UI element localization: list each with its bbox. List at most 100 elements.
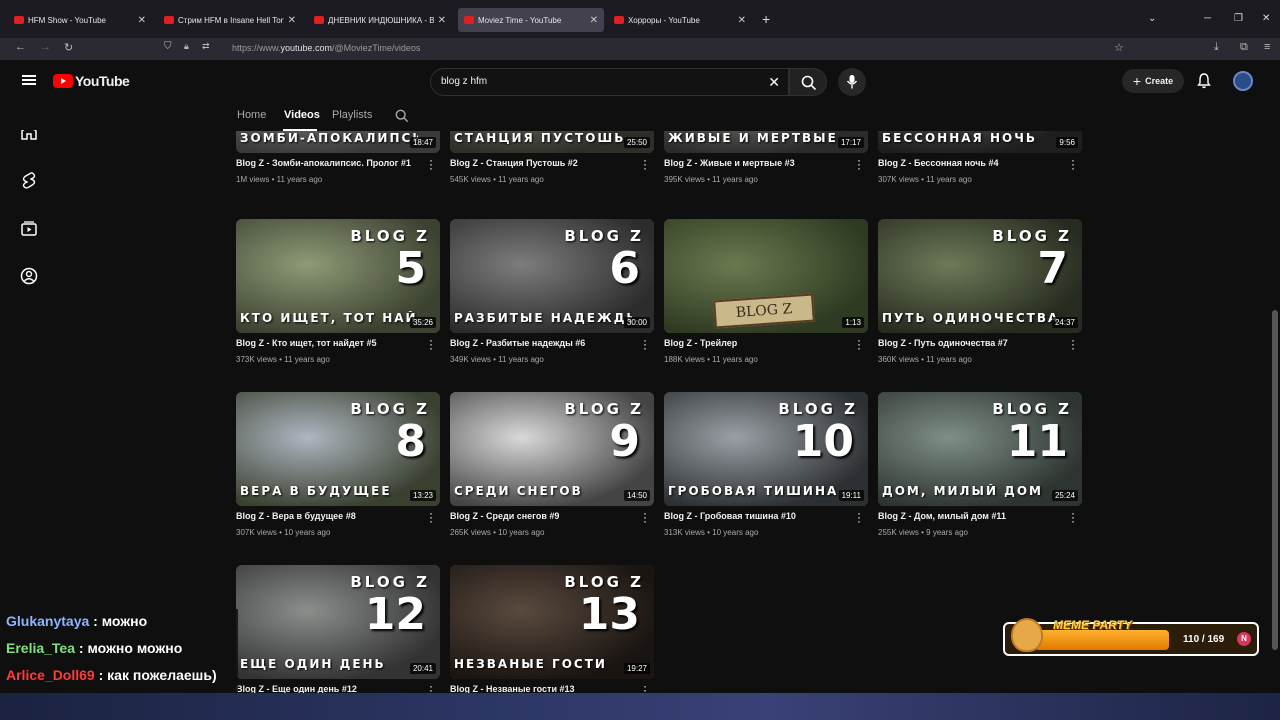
more-options-icon[interactable]: ··· bbox=[429, 507, 433, 527]
video-meta: 349K views • 11 years ago bbox=[450, 355, 544, 364]
browser-tab[interactable]: Стрим HFM в Insane Hell Torture✕ bbox=[158, 8, 302, 32]
video-title[interactable]: Blog Z - Станция Пустошь #2 bbox=[450, 158, 630, 168]
video-thumbnail[interactable]: BLOG Z 1:13 bbox=[664, 219, 868, 333]
more-options-icon[interactable]: ··· bbox=[857, 507, 861, 527]
video-thumbnail[interactable]: BLOG Z 11 ДОМ, МИЛЫЙ ДОМ 25:24 bbox=[878, 392, 1082, 506]
video-card[interactable]: BLOG Z 10 ГРОБОВАЯ ТИШИНА 19:11 Blog Z - Гро… bbox=[664, 392, 868, 537]
video-card[interactable]: BLOG Z 1:13 Blog Z - Трейлер 188K views • 1… bbox=[664, 219, 868, 364]
youtube-logo[interactable]: YouTube bbox=[53, 73, 130, 89]
video-card[interactable]: BLOG Z5КТО ИЩЕТ, ТОТ НАЙДЕТ35:26 Blog Z -… bbox=[236, 219, 440, 364]
search-box[interactable]: ✕ bbox=[430, 68, 789, 96]
search-input[interactable] bbox=[441, 76, 741, 87]
create-button[interactable]: + Create bbox=[1122, 69, 1184, 93]
browser-tab[interactable]: HFM Show - YouTube ✕ bbox=[8, 8, 152, 32]
video-thumbnail[interactable]: BLOG Z 9 СРЕДИ СНЕГОВ 14:50 bbox=[450, 392, 654, 506]
video-card[interactable]: BLOG Z 11 ДОМ, МИЛЫЙ ДОМ 25:24 Blog Z - Дом,… bbox=[878, 392, 1082, 537]
more-options-icon[interactable]: ··· bbox=[857, 334, 861, 354]
browser-tab[interactable]: Хорроры - YouTube ✕ bbox=[608, 8, 752, 32]
video-thumbnail[interactable]: BLOG Z 10 ГРОБОВАЯ ТИШИНА 19:11 bbox=[664, 392, 868, 506]
notifications-bell-icon[interactable] bbox=[1197, 73, 1211, 94]
upload-age: 10 years ago bbox=[498, 528, 545, 537]
minimize-button[interactable]: ─ bbox=[1204, 13, 1211, 24]
menu-icon[interactable]: ≡ bbox=[1264, 41, 1270, 53]
channel-search-icon[interactable] bbox=[395, 109, 409, 123]
more-options-icon[interactable]: ··· bbox=[429, 334, 433, 354]
restore-button[interactable]: ❐ bbox=[1234, 13, 1243, 24]
video-thumbnail[interactable]: BLOG Z 8 ВЕРА В БУДУЩЕЕ 13:23 bbox=[236, 392, 440, 506]
bookmark-star-icon[interactable]: ☆ bbox=[1114, 41, 1124, 54]
video-title[interactable]: Blog Z - Гробовая тишина #10 bbox=[664, 511, 844, 521]
more-options-icon[interactable]: ··· bbox=[1071, 334, 1075, 354]
video-title[interactable]: Blog Z - Незваные гости #13 bbox=[450, 684, 630, 693]
video-title[interactable]: Blog Z - Дом, милый дом #11 bbox=[878, 511, 1058, 521]
video-thumbnail[interactable]: BLOG Z5КТО ИЩЕТ, ТОТ НАЙДЕТ35:26 bbox=[236, 219, 440, 333]
close-tab-icon[interactable]: ✕ bbox=[590, 15, 598, 26]
video-card[interactable]: BLOG Z 12 ЕЩЕ ОДИН ДЕНЬ 20:41 Blog Z - Еще о… bbox=[236, 565, 440, 693]
video-title[interactable]: Blog Z - Живые и мертвые #3 bbox=[664, 158, 844, 168]
tab-list-chevron-icon[interactable]: ⌄ bbox=[1148, 13, 1156, 24]
video-title[interactable]: Blog Z - Еще один день #12 bbox=[236, 684, 416, 693]
avatar[interactable] bbox=[1233, 71, 1253, 91]
video-thumbnail[interactable]: BLOG Z 13 НЕЗВАНЫЕ ГОСТИ 19:27 bbox=[450, 565, 654, 679]
page-scrollbar[interactable] bbox=[1272, 310, 1278, 650]
search-button[interactable] bbox=[789, 68, 827, 96]
video-thumbnail[interactable]: BLOG ZСТАНЦИЯ ПУСТОШЬ25:50 bbox=[450, 131, 654, 153]
more-options-icon[interactable]: ··· bbox=[429, 154, 433, 174]
browser-tab[interactable]: ДНЕВНИК ИНДЮШНИКА - ВСЕ✕ bbox=[308, 8, 452, 32]
more-options-icon[interactable]: ··· bbox=[643, 154, 647, 174]
close-tab-icon[interactable]: ✕ bbox=[288, 15, 296, 26]
back-arrow-icon[interactable]: ← bbox=[15, 41, 26, 53]
video-title[interactable]: Blog Z - Бессонная ночь #4 bbox=[878, 158, 1058, 168]
video-thumbnail[interactable]: BLOG ZЖИВЫЕ И МЕРТВЫЕ17:17 bbox=[664, 131, 868, 153]
browser-tab-active[interactable]: Moviez Time - YouTube ✕ bbox=[458, 8, 604, 32]
hamburger-menu-icon[interactable] bbox=[22, 75, 36, 85]
more-options-icon[interactable]: ··· bbox=[857, 154, 861, 174]
voice-search-button[interactable] bbox=[838, 68, 866, 96]
video-title[interactable]: Blog Z - Путь одиночества #7 bbox=[878, 338, 1058, 348]
tab-home[interactable]: Home bbox=[237, 109, 266, 121]
video-thumbnail[interactable]: BLOG ZЗОМБИ-АПОКАЛИПСИС18:47 bbox=[236, 131, 440, 153]
close-window-button[interactable]: ✕ bbox=[1262, 13, 1270, 24]
video-card[interactable]: BLOG Z 9 СРЕДИ СНЕГОВ 14:50 Blog Z - Среди с… bbox=[450, 392, 654, 537]
video-title[interactable]: Blog Z - Разбитые надежды #6 bbox=[450, 338, 630, 348]
close-tab-icon[interactable]: ✕ bbox=[138, 15, 146, 26]
more-options-icon[interactable]: ··· bbox=[643, 507, 647, 527]
video-title[interactable]: Blog Z - Вера в будущее #8 bbox=[236, 511, 416, 521]
video-card[interactable]: BLOG Z 8 ВЕРА В БУДУЩЕЕ 13:23 Blog Z - Вера … bbox=[236, 392, 440, 537]
downloads-icon[interactable]: ⤓ bbox=[1214, 41, 1219, 54]
video-card[interactable]: BLOG ZЖИВЫЕ И МЕРТВЫЕ17:17 Blog Z - Живые… bbox=[664, 131, 868, 184]
video-title[interactable]: Blog Z - Среди снегов #9 bbox=[450, 511, 630, 521]
permissions-icon[interactable]: ⇄ bbox=[202, 41, 210, 52]
video-card[interactable]: BLOG Z 6 РАЗБИТЫЕ НАДЕЖДЫ 30:00 Blog Z - Раз… bbox=[450, 219, 654, 364]
close-tab-icon[interactable]: ✕ bbox=[438, 15, 446, 26]
tab-videos[interactable]: Videos bbox=[284, 109, 320, 121]
video-title[interactable]: Blog Z - Кто ищет, тот найдет #5 bbox=[236, 338, 416, 348]
more-options-icon[interactable]: ··· bbox=[1071, 507, 1075, 527]
reload-icon[interactable]: ↻ bbox=[64, 41, 73, 54]
video-thumbnail[interactable]: BLOG ZБЕССОННАЯ НОЧЬ9:56 bbox=[878, 131, 1082, 153]
video-title[interactable]: Blog Z - Зомби-апокалипсис. Пролог #1 bbox=[236, 158, 416, 168]
video-card[interactable]: BLOG ZБЕССОННАЯ НОЧЬ9:56 Blog Z - Бессонн… bbox=[878, 131, 1082, 184]
lock-icon[interactable]: 🔒︎ bbox=[184, 41, 189, 52]
more-options-icon[interactable]: ··· bbox=[643, 680, 647, 693]
forward-arrow-icon[interactable]: → bbox=[40, 41, 51, 53]
video-card[interactable]: BLOG ZЗОМБИ-АПОКАЛИПСИС18:47 Blog Z - Зом… bbox=[236, 131, 440, 184]
video-thumbnail[interactable]: BLOG Z 12 ЕЩЕ ОДИН ДЕНЬ 20:41 bbox=[236, 565, 440, 679]
video-card[interactable]: BLOG ZСТАНЦИЯ ПУСТОШЬ25:50 Blog Z - Станц… bbox=[450, 131, 654, 184]
shield-icon[interactable]: ⛉ bbox=[164, 41, 172, 52]
more-options-icon[interactable]: ··· bbox=[643, 334, 647, 354]
extensions-icon[interactable]: ⧉ bbox=[1240, 41, 1248, 54]
address-bar[interactable]: https://www.youtube.com/@MoviezTime/vide… bbox=[232, 43, 420, 53]
video-title[interactable]: Blog Z - Трейлер bbox=[664, 338, 844, 348]
video-thumbnail[interactable]: BLOG Z 6 РАЗБИТЫЕ НАДЕЖДЫ 30:00 bbox=[450, 219, 654, 333]
video-card[interactable]: BLOG Z 7 ПУТЬ ОДИНОЧЕСТВА 24:37 Blog Z - Пут… bbox=[878, 219, 1082, 364]
clear-search-icon[interactable]: ✕ bbox=[768, 74, 780, 91]
video-thumbnail[interactable]: BLOG Z 7 ПУТЬ ОДИНОЧЕСТВА 24:37 bbox=[878, 219, 1082, 333]
close-tab-icon[interactable]: ✕ bbox=[738, 15, 746, 26]
new-tab-button[interactable]: + bbox=[762, 11, 770, 27]
video-meta: 545K views • 11 years ago bbox=[450, 175, 544, 184]
tab-playlists[interactable]: Playlists bbox=[332, 109, 372, 121]
video-card[interactable]: BLOG Z 13 НЕЗВАНЫЕ ГОСТИ 19:27 Blog Z - Незв… bbox=[450, 565, 654, 693]
more-options-icon[interactable]: ··· bbox=[1071, 154, 1075, 174]
more-options-icon[interactable]: ··· bbox=[429, 680, 433, 693]
